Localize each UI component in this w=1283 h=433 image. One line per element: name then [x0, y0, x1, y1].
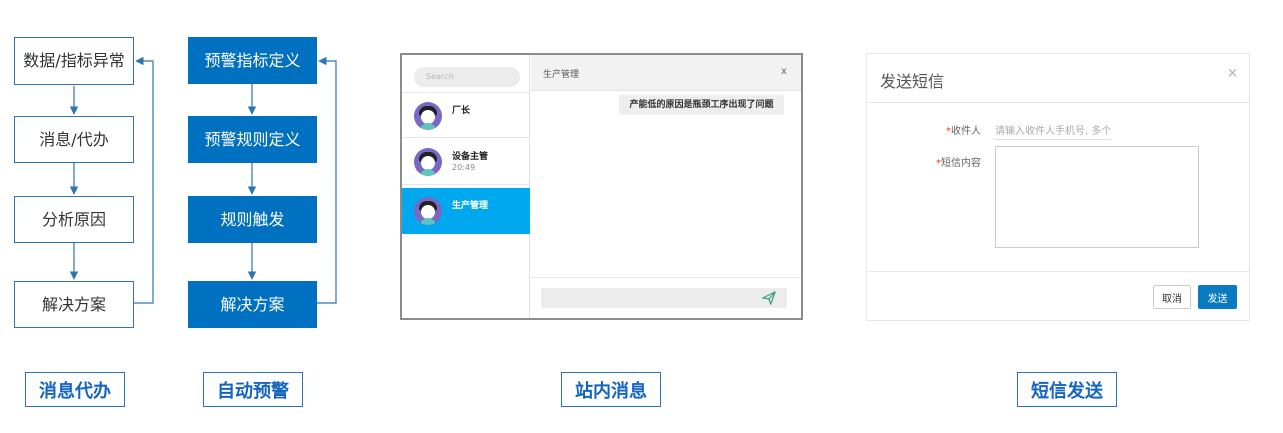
- message-textarea[interactable]: [995, 146, 1199, 248]
- sms-dialog: 发送短信 × *收件人 请输入收件人手机号, 多个 *短信内容 取消 发送: [866, 53, 1250, 321]
- alert-step-rule: 预警规则定义: [188, 116, 317, 163]
- alert-step-label: 预警指标定义: [204, 50, 301, 70]
- avatar: [414, 102, 442, 130]
- contact-name: 生产管理: [452, 201, 489, 211]
- caption-todo: 消息代办: [25, 372, 125, 407]
- contact-name: 设备主管: [452, 152, 489, 162]
- todo-step-label: 消息/代办: [39, 129, 109, 149]
- close-icon[interactable]: x: [781, 66, 787, 77]
- feedback-loop-2: [317, 56, 337, 304]
- message-input[interactable]: [541, 288, 787, 308]
- todo-step-label: 数据/指标异常: [23, 51, 125, 70]
- divider: [531, 277, 801, 278]
- alert-step-label: 预警规则定义: [204, 129, 301, 149]
- contact-sidebar: Search 厂长 设备主管 20:49 生产管理: [402, 55, 530, 318]
- contact-item-factory-director[interactable]: 厂长: [402, 92, 530, 138]
- conversation-title: 生产管理: [543, 70, 580, 80]
- contact-item-equipment-supervisor[interactable]: 设备主管 20:49: [402, 139, 530, 185]
- send-icon[interactable]: [762, 291, 776, 305]
- avatar: [414, 148, 442, 176]
- alert-step-solution: 解决方案: [188, 281, 317, 328]
- divider: [867, 102, 1249, 103]
- search-input[interactable]: Search: [414, 67, 520, 87]
- recipient-label: *收件人: [871, 122, 981, 137]
- alert-step-label: 解决方案: [220, 294, 285, 314]
- caption-inbox: 站内消息: [561, 372, 661, 407]
- message-bubble: 产能低的原因是瓶颈工序出现了问题: [619, 95, 784, 115]
- conversation-header: 生产管理 x: [531, 55, 801, 91]
- recipient-label-text: 收件人: [951, 126, 981, 137]
- send-button[interactable]: 发送: [1198, 285, 1237, 309]
- recipient-input[interactable]: 请输入收件人手机号, 多个: [995, 122, 1111, 140]
- contact-item-production-management[interactable]: 生产管理: [402, 188, 530, 234]
- caption-alert: 自动预警: [203, 372, 303, 407]
- close-icon[interactable]: ×: [1227, 66, 1238, 81]
- todo-step-analyze: 分析原因: [14, 196, 134, 243]
- alert-step-label: 规则触发: [220, 209, 285, 229]
- conversation-pane: 生产管理 x 产能低的原因是瓶颈工序出现了问题: [531, 55, 801, 318]
- avatar: [414, 197, 442, 225]
- feedback-loop-1: [134, 56, 154, 304]
- todo-step-label: 分析原因: [41, 209, 106, 229]
- cancel-button[interactable]: 取消: [1153, 285, 1191, 309]
- inbox-window: Search 厂长 设备主管 20:49 生产管理 生产管理 x 产能低的原因是…: [400, 53, 803, 320]
- dialog-title: 发送短信: [880, 72, 945, 91]
- content-label-text: 短信内容: [941, 158, 981, 169]
- alert-step-trigger: 规则触发: [188, 196, 317, 243]
- content-label: *短信内容: [871, 154, 981, 169]
- todo-step-solution: 解决方案: [14, 281, 134, 328]
- caption-sms: 短信发送: [1017, 372, 1117, 407]
- todo-step-label: 解决方案: [41, 294, 106, 314]
- todo-step-anomaly: 数据/指标异常: [14, 37, 134, 85]
- todo-step-message: 消息/代办: [14, 116, 134, 163]
- divider: [867, 271, 1249, 272]
- contact-name: 厂长: [452, 106, 471, 116]
- contact-time: 20:49: [452, 163, 476, 172]
- alert-step-indicator: 预警指标定义: [188, 37, 317, 84]
